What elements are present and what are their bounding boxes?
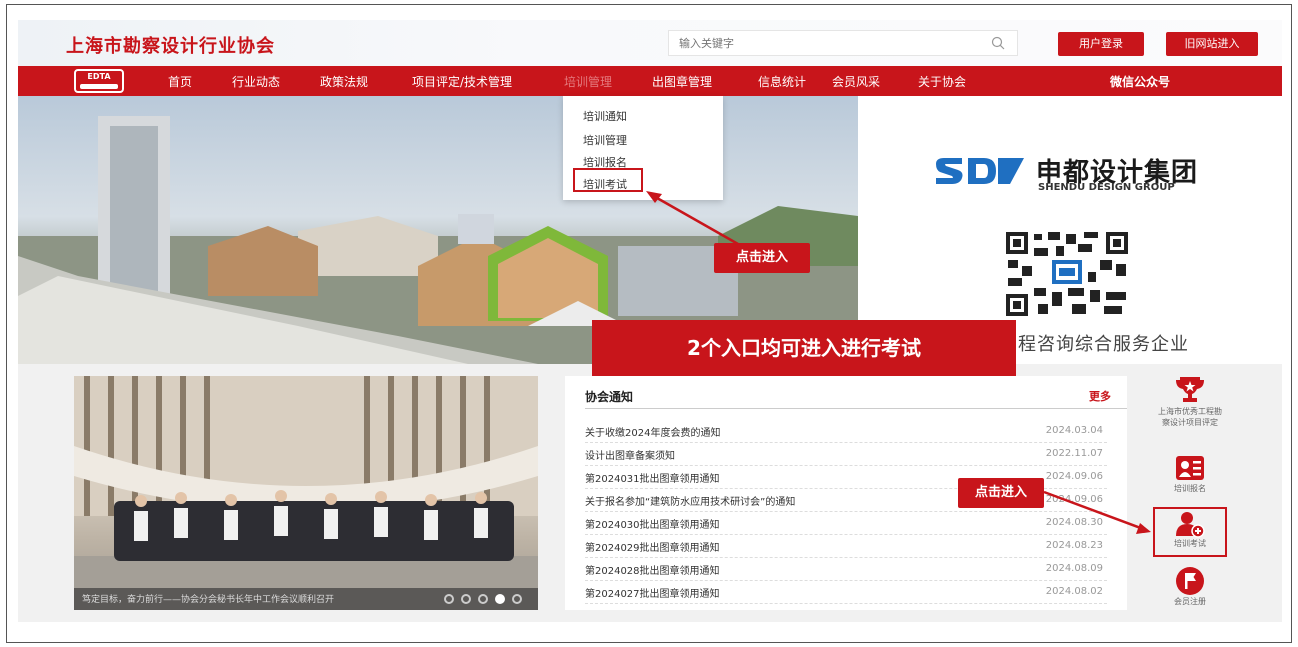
notice-row[interactable]: 第2024029批出图章领用通知 2024.08.23 xyxy=(585,535,1107,558)
trophy-icon xyxy=(1176,377,1204,402)
notice-row-title[interactable]: 关于报名参加“建筑防水应用技术研讨会”的通知 xyxy=(585,493,795,508)
nav-item-policy[interactable]: 政策法规 xyxy=(320,73,368,90)
dropdown-exam-highlight-box xyxy=(573,168,643,192)
logo-bar xyxy=(80,84,118,89)
ad-slogan: 程咨询综合服务企业 xyxy=(1018,334,1189,355)
nav-item-wechat[interactable]: 微信公众号 xyxy=(1110,73,1170,90)
notice-row[interactable]: 第2024028批出图章领用通知 2024.08.09 xyxy=(585,558,1107,581)
side-exam-highlight-box xyxy=(1153,507,1227,557)
photo-caption[interactable]: 笃定目标，奋力前行——协会分会秘书长年中工作会议顺利召开 xyxy=(82,592,334,605)
notice-row-date: 2022.11.07 xyxy=(1045,448,1103,459)
site-header: 上海市勘察设计行业协会 用户登录 旧网站进入 xyxy=(18,20,1282,66)
search-icon[interactable] xyxy=(991,36,1005,50)
notice-row[interactable]: 第2024030批出图章领用通知 2024.08.30 xyxy=(585,512,1107,535)
click-enter-callout-1: 点击进入 xyxy=(714,243,810,273)
side-link-award-label: 上海市优秀工程勘察设计项目评定 xyxy=(1158,407,1222,427)
nav-item-industry-news[interactable]: 行业动态 xyxy=(232,73,280,90)
notice-row-date: 2024.09.06 xyxy=(1045,471,1103,482)
notice-row-title[interactable]: 设计出图章备案须知 xyxy=(585,447,675,462)
carousel-dot[interactable] xyxy=(461,594,471,604)
notice-row-title[interactable]: 关于收缴2024年度会费的通知 xyxy=(585,424,720,439)
side-link-signup[interactable]: 培训报名 xyxy=(1155,455,1225,494)
notice-row-title[interactable]: 第2024027批出图章领用通知 xyxy=(585,585,720,600)
two-entrances-banner: 2个入口均可进入进行考试 xyxy=(592,320,1016,376)
search-input[interactable] xyxy=(679,31,969,55)
notice-row-date: 2024.08.23 xyxy=(1045,540,1103,551)
group-photo-illustration xyxy=(74,376,538,610)
shendu-logo-icon xyxy=(936,158,1024,184)
carousel-dots xyxy=(444,594,522,604)
notice-row-date: 2024.08.30 xyxy=(1045,517,1103,528)
photo-caption-bar: 笃定目标，奋力前行——协会分会秘书长年中工作会议顺利召开 xyxy=(74,588,538,610)
search-box[interactable] xyxy=(668,30,1018,56)
main-nav: EDTA 首页 行业动态 政策法规 项目评定/技术管理 培训管理 出图章管理 信… xyxy=(18,66,1282,96)
old-site-button[interactable]: 旧网站进入 xyxy=(1166,32,1258,56)
nav-item-about[interactable]: 关于协会 xyxy=(918,73,966,90)
nav-item-home[interactable]: 首页 xyxy=(168,73,192,90)
carousel-dot[interactable] xyxy=(478,594,488,604)
notice-row-title[interactable]: 第2024029批出图章领用通知 xyxy=(585,539,720,554)
nav-item-members[interactable]: 会员风采 xyxy=(832,73,880,90)
notice-row[interactable]: 关于收缴2024年度会费的通知 2024.03.04 xyxy=(585,420,1107,443)
signup-form-icon xyxy=(1176,456,1204,480)
nav-item-stamp-management[interactable]: 出图章管理 xyxy=(652,73,712,90)
logo-text: EDTA xyxy=(87,72,111,81)
edta-logo[interactable]: EDTA xyxy=(74,69,124,93)
site-title[interactable]: 上海市勘察设计行业协会 xyxy=(66,32,275,58)
dropdown-item-training-notice[interactable]: 培训通知 xyxy=(583,108,627,124)
side-link-register[interactable]: 会员注册 xyxy=(1155,566,1225,607)
notice-row-date: 2024.03.04 xyxy=(1045,425,1103,436)
notice-divider xyxy=(585,408,1127,409)
notice-more-link[interactable]: 更多 xyxy=(1089,388,1111,404)
nav-item-training[interactable]: 培训管理 xyxy=(564,73,612,90)
notice-row-date: 2024.08.02 xyxy=(1045,586,1103,597)
nav-item-project-evaluation[interactable]: 项目评定/技术管理 xyxy=(412,73,512,90)
notice-row-title[interactable]: 第2024031批出图章领用通知 xyxy=(585,470,720,485)
side-link-signup-label: 培训报名 xyxy=(1174,484,1206,493)
notice-row-title[interactable]: 第2024030批出图章领用通知 xyxy=(585,516,720,531)
carousel-dot[interactable] xyxy=(512,594,522,604)
news-photo-carousel[interactable]: 笃定目标，奋力前行——协会分会秘书长年中工作会议顺利召开 xyxy=(74,376,538,610)
dropdown-item-training-management[interactable]: 培训管理 xyxy=(583,132,627,148)
carousel-dot[interactable] xyxy=(444,594,454,604)
notice-row[interactable]: 第2024027批出图章领用通知 2024.08.02 xyxy=(585,581,1107,604)
flag-icon xyxy=(1176,567,1204,595)
notice-title: 协会通知 xyxy=(585,390,634,404)
qr-code-icon xyxy=(1004,230,1130,318)
notice-row-date: 2024.09.06 xyxy=(1045,494,1103,505)
login-button[interactable]: 用户登录 xyxy=(1058,32,1144,56)
notice-row-date: 2024.08.09 xyxy=(1045,563,1103,574)
side-link-register-label: 会员注册 xyxy=(1174,597,1206,606)
click-enter-callout-2: 点击进入 xyxy=(958,478,1044,508)
side-link-award[interactable]: 上海市优秀工程勘察设计项目评定 xyxy=(1155,374,1225,428)
company-name-en: SHENDU DESIGN GROUP xyxy=(1038,182,1175,193)
notice-row[interactable]: 设计出图章备案须知 2022.11.07 xyxy=(585,443,1107,466)
nav-item-statistics[interactable]: 信息统计 xyxy=(758,73,806,90)
notice-row-title[interactable]: 第2024028批出图章领用通知 xyxy=(585,562,720,577)
carousel-dot-active[interactable] xyxy=(495,594,505,604)
